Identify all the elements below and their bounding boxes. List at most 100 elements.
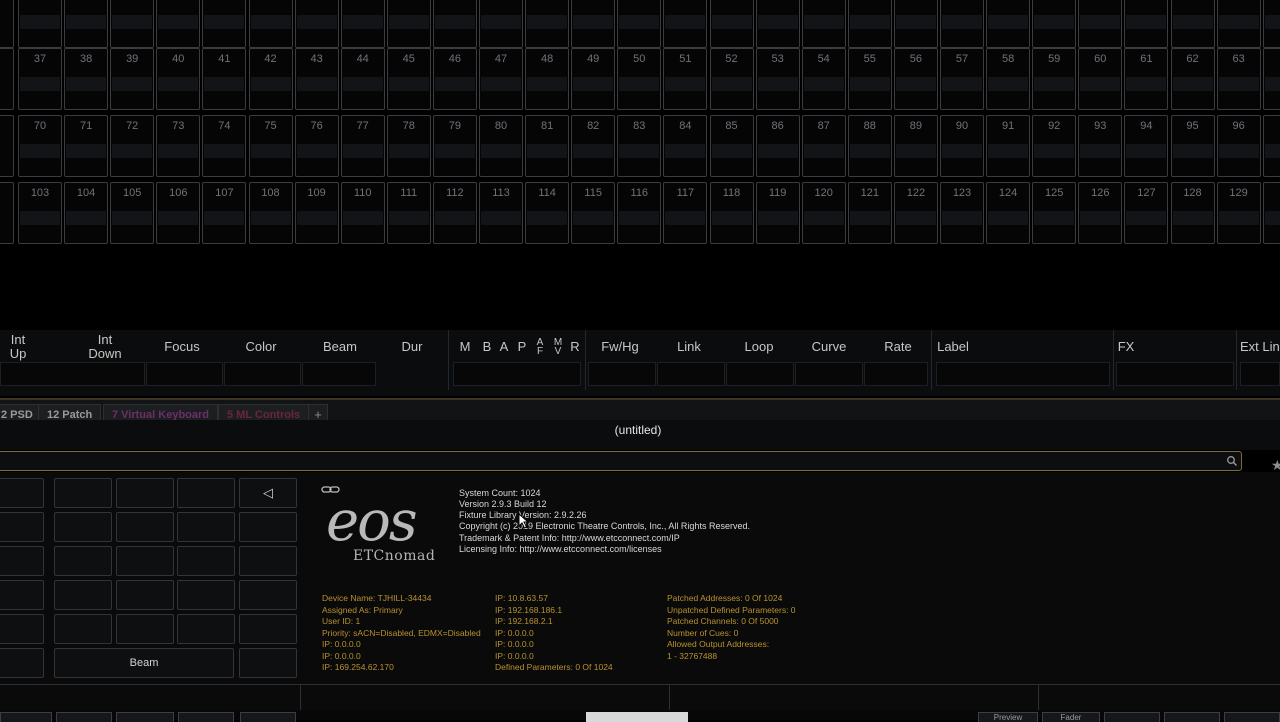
channel-cell[interactable] bbox=[1262, 0, 1280, 48]
channel-cell[interactable]: 125 bbox=[1032, 182, 1077, 244]
attr-link[interactable]: Link bbox=[664, 330, 714, 364]
keypad-key[interactable] bbox=[116, 614, 174, 644]
softkey-button[interactable] bbox=[240, 712, 296, 722]
channel-cell[interactable] bbox=[709, 0, 754, 48]
channel-cell[interactable] bbox=[386, 0, 431, 48]
attr-r[interactable]: R bbox=[566, 330, 584, 364]
keypad-key[interactable] bbox=[54, 580, 112, 610]
channel-cell[interactable]: 118 bbox=[709, 182, 754, 244]
channel-cell[interactable] bbox=[1032, 0, 1077, 48]
channel-cell[interactable]: 51 bbox=[663, 48, 708, 110]
channel-cell[interactable]: 58 bbox=[986, 48, 1031, 110]
channel-cell[interactable]: 37 bbox=[18, 48, 62, 110]
channel-cell[interactable]: 80 bbox=[479, 115, 523, 177]
channel-cell[interactable]: 106 bbox=[156, 182, 201, 244]
channel-cell[interactable] bbox=[0, 182, 14, 244]
channel-cell[interactable]: 104 bbox=[64, 182, 109, 244]
channel-cell[interactable]: 49 bbox=[571, 48, 616, 110]
attr-p[interactable]: P bbox=[513, 330, 531, 364]
channel-cell[interactable] bbox=[1262, 48, 1280, 110]
channel-cell[interactable] bbox=[663, 0, 708, 48]
channel-cell[interactable]: 90 bbox=[940, 115, 984, 177]
softkey-button[interactable] bbox=[1164, 712, 1220, 722]
channel-cell[interactable]: 126 bbox=[1078, 182, 1123, 244]
channel-cell[interactable]: 50 bbox=[617, 48, 662, 110]
channel-cell[interactable]: 38 bbox=[64, 48, 109, 110]
attr-value-cell[interactable] bbox=[657, 362, 725, 386]
channel-cell[interactable] bbox=[479, 0, 523, 48]
preview-button[interactable]: Preview bbox=[978, 712, 1038, 722]
attr-value-cell[interactable] bbox=[302, 362, 376, 386]
attr-loop[interactable]: Loop bbox=[732, 330, 786, 364]
attr-af[interactable]: A F bbox=[533, 330, 547, 364]
channel-cell[interactable]: 113 bbox=[479, 182, 523, 244]
channel-cell[interactable]: 79 bbox=[432, 115, 477, 177]
keypad-key[interactable] bbox=[177, 512, 235, 542]
channel-cell[interactable]: 111 bbox=[386, 182, 431, 244]
beam-key[interactable]: Beam bbox=[54, 648, 234, 678]
channel-cell[interactable]: 120 bbox=[801, 182, 846, 244]
command-line-input[interactable] bbox=[0, 451, 1242, 471]
channel-cell[interactable]: 105 bbox=[110, 182, 155, 244]
channel-cell[interactable]: 57 bbox=[940, 48, 984, 110]
softkey-button[interactable] bbox=[178, 712, 234, 722]
search-icon[interactable] bbox=[1226, 455, 1238, 467]
channel-cell[interactable] bbox=[110, 0, 155, 48]
channel-cell[interactable]: 40 bbox=[156, 48, 201, 110]
channel-cell[interactable]: 127 bbox=[1124, 182, 1169, 244]
channel-cell[interactable]: 61 bbox=[1124, 48, 1169, 110]
keypad-key[interactable] bbox=[0, 512, 44, 542]
channel-cell[interactable]: 60 bbox=[1078, 48, 1123, 110]
channel-cell[interactable]: 43 bbox=[294, 48, 339, 110]
channel-cell[interactable]: 109 bbox=[294, 182, 339, 244]
channel-cell[interactable]: 94 bbox=[1124, 115, 1169, 177]
attr-int-up[interactable]: Int Up bbox=[0, 330, 36, 364]
channel-cell[interactable]: 45 bbox=[386, 48, 431, 110]
channel-cell[interactable]: 110 bbox=[340, 182, 385, 244]
attr-dur[interactable]: Dur bbox=[392, 330, 432, 364]
channel-cell[interactable] bbox=[202, 0, 247, 48]
channel-cell[interactable]: 83 bbox=[617, 115, 662, 177]
attr-a[interactable]: A bbox=[495, 330, 513, 364]
channel-cell[interactable]: 42 bbox=[248, 48, 293, 110]
attr-value-cell[interactable] bbox=[726, 362, 794, 386]
fader-button[interactable]: Fader bbox=[1042, 712, 1100, 722]
attr-value-cell[interactable] bbox=[936, 362, 1110, 386]
channel-cell[interactable]: 96 bbox=[1216, 115, 1261, 177]
channel-cell[interactable] bbox=[1124, 0, 1169, 48]
channel-cell[interactable]: 41 bbox=[202, 48, 247, 110]
attr-int-down[interactable]: Int Down bbox=[78, 330, 132, 364]
channel-cell[interactable]: 70 bbox=[18, 115, 62, 177]
channel-cell[interactable] bbox=[248, 0, 293, 48]
channel-cell[interactable] bbox=[847, 0, 892, 48]
channel-cell[interactable]: 87 bbox=[801, 115, 846, 177]
attr-color[interactable]: Color bbox=[232, 330, 290, 364]
channel-cell[interactable] bbox=[755, 0, 800, 48]
keypad-key[interactable] bbox=[116, 546, 174, 576]
channel-cell[interactable]: 129 bbox=[1216, 182, 1261, 244]
channel-cell[interactable]: 117 bbox=[663, 182, 708, 244]
channel-cell[interactable]: 124 bbox=[986, 182, 1031, 244]
channel-cell[interactable]: 46 bbox=[432, 48, 477, 110]
keypad-key[interactable] bbox=[0, 478, 44, 508]
channel-cell[interactable] bbox=[432, 0, 477, 48]
channel-cell[interactable]: 108 bbox=[248, 182, 293, 244]
keypad-key[interactable] bbox=[239, 512, 297, 542]
channel-cell[interactable]: 47 bbox=[479, 48, 523, 110]
softkey-button[interactable] bbox=[116, 712, 174, 722]
channel-cell[interactable] bbox=[0, 48, 14, 110]
channel-cell[interactable]: 55 bbox=[847, 48, 892, 110]
keypad-key[interactable] bbox=[116, 512, 174, 542]
softkey-button[interactable] bbox=[1224, 712, 1280, 722]
keypad-key[interactable] bbox=[239, 580, 297, 610]
attr-value-cell[interactable] bbox=[1240, 362, 1280, 386]
channel-cell[interactable]: 89 bbox=[893, 115, 938, 177]
channel-cell[interactable]: 112 bbox=[432, 182, 477, 244]
channel-cell[interactable] bbox=[1170, 0, 1215, 48]
attr-value-cell[interactable] bbox=[588, 362, 656, 386]
keypad-key[interactable] bbox=[0, 580, 44, 610]
channel-cell[interactable]: 59 bbox=[1032, 48, 1077, 110]
keypad-key[interactable] bbox=[239, 614, 297, 644]
keypad-key[interactable] bbox=[0, 648, 44, 678]
attr-value-cell[interactable] bbox=[864, 362, 928, 386]
